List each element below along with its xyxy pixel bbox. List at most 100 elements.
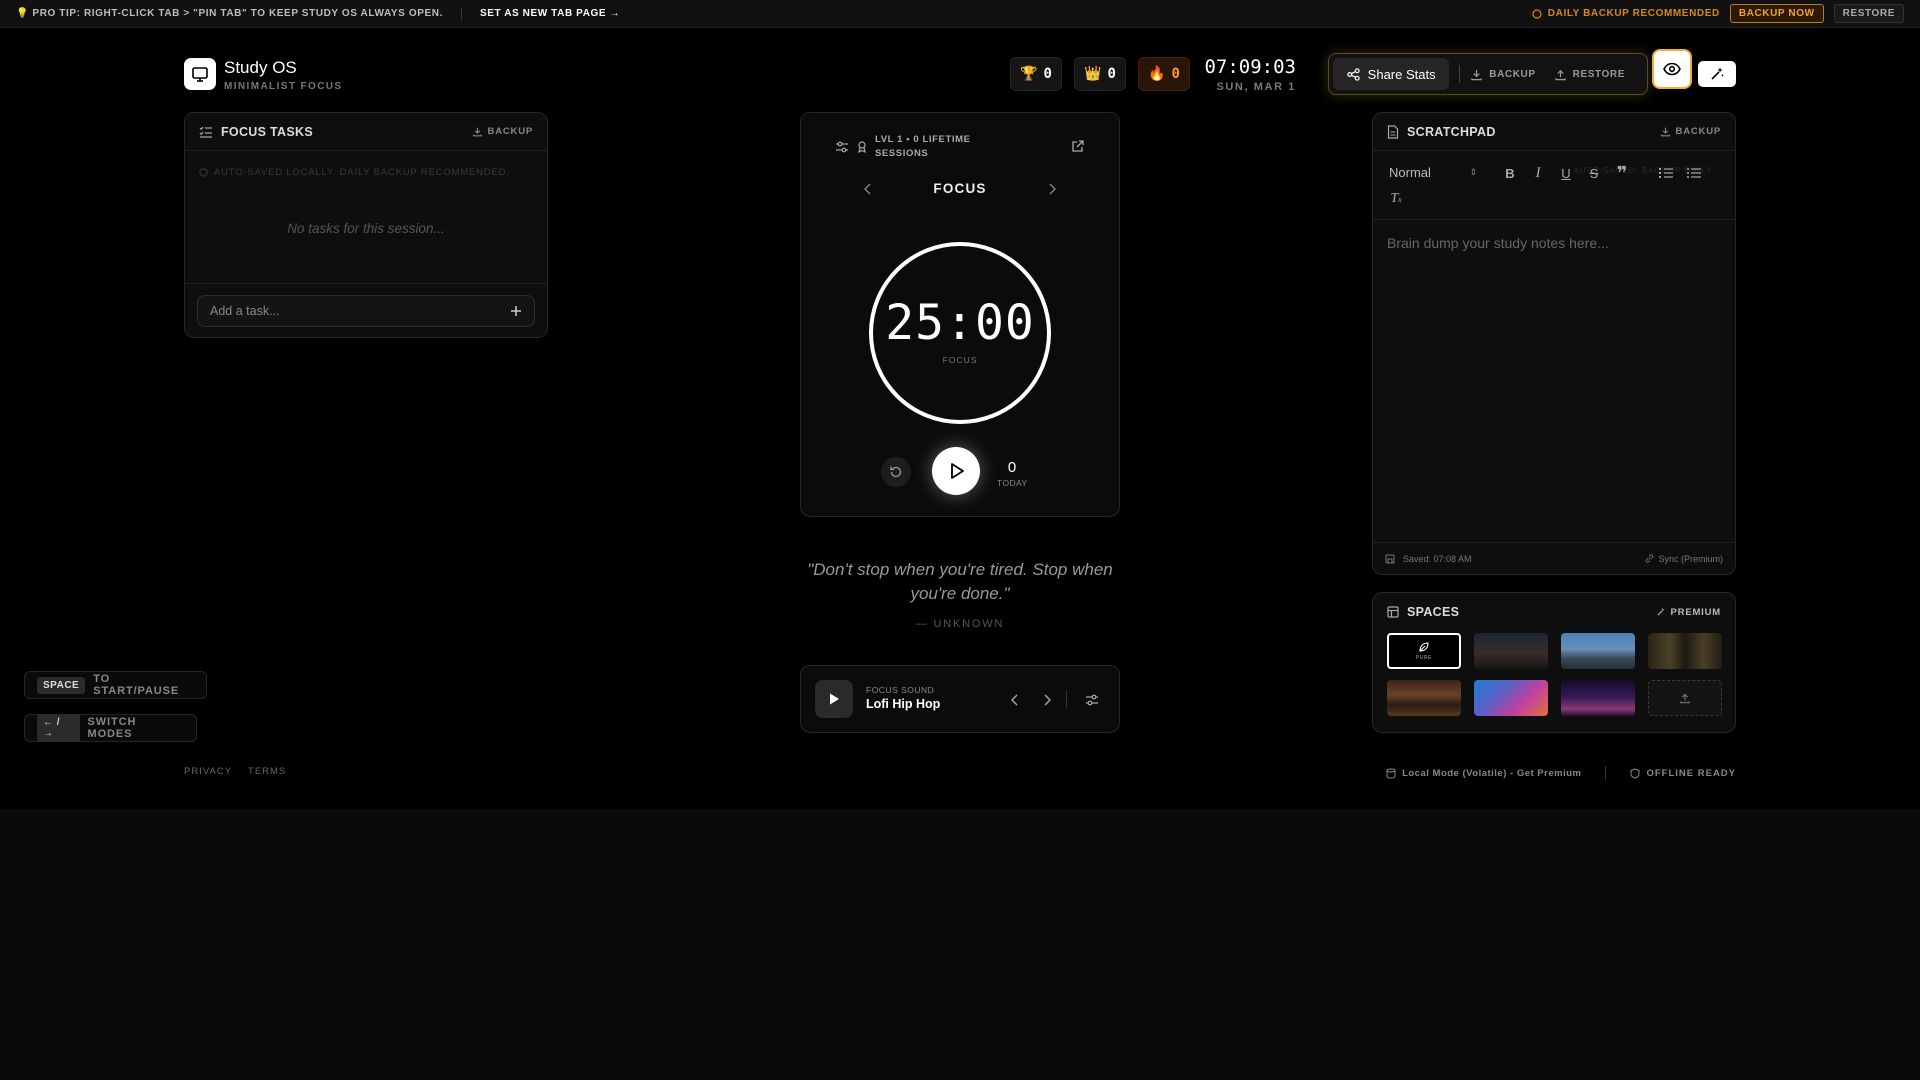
alert-circle-icon (1532, 8, 1542, 19)
backup-now-button[interactable]: BACKUP NOW (1729, 4, 1824, 23)
database-icon (1386, 768, 1396, 779)
plus-icon[interactable] (510, 305, 522, 317)
brand-subtitle: MINIMALIST FOCUS (224, 81, 343, 92)
play-icon (830, 693, 839, 705)
timer-top-row: LVL 1 • 0 LIFETIME SESSIONS (835, 133, 985, 161)
tasks-backup-label: BACKUP (487, 126, 533, 137)
trophy-stat[interactable]: 🏆 0 (1010, 57, 1062, 91)
backup-warning-text: DAILY BACKUP RECOMMENDED (1547, 8, 1720, 19)
reset-button[interactable] (881, 457, 911, 487)
upload-icon (1680, 693, 1690, 704)
offline-text: OFFLINE READY (1646, 767, 1736, 779)
rotate-ccw-icon (890, 466, 902, 478)
bold-icon[interactable]: B (1501, 164, 1519, 182)
shield-icon (1630, 767, 1640, 779)
local-mode-link[interactable]: Local Mode (Volatile) - Get Premium (1386, 768, 1581, 779)
banner-divider (460, 6, 462, 21)
space-city[interactable] (1561, 633, 1635, 669)
sliders-icon[interactable] (1085, 693, 1099, 707)
space-hint: SPACE TO START/PAUSE (24, 671, 207, 699)
player-divider (1066, 690, 1067, 708)
restore-top-button[interactable]: RESTORE (1833, 4, 1904, 23)
download-icon (1471, 69, 1482, 80)
format-select-value: Normal (1389, 164, 1431, 180)
info-icon (199, 168, 208, 177)
space-pure[interactable]: PURE (1387, 633, 1461, 669)
bullet-list-icon[interactable] (1685, 164, 1703, 182)
space-forest[interactable] (1648, 633, 1722, 669)
crown-stat[interactable]: 👑 0 (1074, 57, 1126, 91)
magic-button[interactable] (1698, 61, 1736, 87)
share-icon (1346, 67, 1360, 81)
footer-divider (1605, 766, 1607, 780)
play-button[interactable] (932, 447, 980, 495)
chevron-right-icon[interactable] (1047, 183, 1057, 195)
zen-mode-button[interactable] (1652, 49, 1692, 89)
saved-time: Saved: 07:08 AM (1403, 553, 1472, 564)
clear-format-icon[interactable]: Tx (1387, 190, 1405, 208)
underline-icon[interactable]: U (1557, 164, 1575, 182)
select-arrows-icon: ⇕ (1469, 166, 1477, 177)
spaces-panel: SPACES PREMIUM PURE (1372, 592, 1736, 733)
pro-tip-text: 💡 PRO TIP: RIGHT-CLICK TAB > "PIN TAB" T… (16, 8, 443, 19)
chevron-left-icon[interactable] (863, 183, 873, 195)
sparkles-icon (1711, 67, 1724, 80)
trophy-icon: 🏆 (1020, 66, 1038, 82)
add-task-input[interactable] (210, 304, 510, 318)
chevron-right-icon[interactable] (1043, 694, 1051, 706)
toolbar-divider (1373, 219, 1735, 220)
share-stats-button[interactable]: Share Stats (1333, 58, 1450, 90)
space-mountains[interactable] (1474, 633, 1548, 669)
sound-play-button[interactable] (815, 680, 853, 718)
streak-stat[interactable]: 🔥 0 (1138, 57, 1190, 91)
quote-author: — UNKNOWN (915, 618, 1005, 630)
settings-sliders-icon[interactable] (835, 140, 849, 154)
spaces-premium-link[interactable]: PREMIUM (1656, 607, 1721, 618)
actions-divider (1459, 65, 1461, 83)
local-mode-text: Local Mode (Volatile) - Get Premium (1402, 767, 1582, 779)
file-text-icon (1387, 124, 1399, 139)
trophy-count: 0 (1043, 66, 1052, 82)
scratchpad-backup-button[interactable]: BACKUP (1660, 126, 1721, 137)
header-backup-button[interactable]: BACKUP (1470, 68, 1535, 81)
external-link-icon[interactable] (1071, 139, 1085, 153)
mode-switcher: FOCUS (801, 181, 1119, 196)
scratchpad-header: SCRATCHPAD BACKUP (1373, 113, 1735, 151)
scratchpad-panel: SCRATCHPAD BACKUP AUTO-SAVED. BACKUP DAI… (1372, 112, 1736, 575)
space-night-sky[interactable] (1561, 680, 1635, 716)
spaces-title: SPACES (1407, 605, 1460, 619)
upload-icon (1554, 69, 1566, 80)
sync-label: Sync (Premium) (1658, 553, 1723, 564)
space-upload[interactable] (1648, 680, 1722, 716)
footer-status: Local Mode (Volatile) - Get Premium OFFL… (1386, 766, 1736, 780)
blockquote-icon[interactable]: ❞ (1613, 163, 1631, 183)
format-select[interactable]: Normal ⇕ (1387, 161, 1477, 183)
tasks-backup-button[interactable]: BACKUP (472, 126, 533, 137)
set-new-tab-link[interactable]: SET AS NEW TAB PAGE → (480, 8, 620, 19)
terms-link[interactable]: TERMS (248, 766, 286, 777)
timer-panel: LVL 1 • 0 LIFETIME SESSIONS FOCUS 25:00 … (800, 112, 1120, 517)
scratchpad-editor[interactable]: Brain dump your study notes here... (1387, 235, 1721, 251)
scratchpad-footer: Saved: 07:08 AM Sync (Premium) (1373, 542, 1735, 574)
strikethrough-icon[interactable]: S (1585, 164, 1603, 182)
app-logo[interactable] (184, 58, 216, 90)
chevron-left-icon[interactable] (1011, 694, 1019, 706)
space-gradient[interactable] (1474, 680, 1548, 716)
timer-display: 25:00 (885, 295, 1035, 351)
arrows-hint-text: SWITCH MODES (87, 716, 137, 740)
italic-icon[interactable]: I (1529, 164, 1547, 182)
tasks-header: FOCUS TASKS BACKUP (185, 113, 547, 151)
sparkles-icon (1657, 607, 1664, 616)
sync-premium-link[interactable]: Sync (Premium) (1645, 554, 1723, 564)
privacy-link[interactable]: PRIVACY (184, 766, 232, 777)
crown-icon: 👑 (1084, 66, 1102, 82)
space-hint-text: TO START/PAUSE (93, 673, 180, 697)
ordered-list-icon[interactable] (1657, 164, 1675, 182)
offline-status: OFFLINE READY (1630, 768, 1736, 779)
award-icon (858, 141, 866, 153)
header-restore-button[interactable]: RESTORE (1554, 68, 1625, 81)
editor-toolbar: Normal ⇕ B I U S ❞ Tx (1387, 161, 1721, 211)
spaces-premium-label: PREMIUM (1670, 606, 1721, 618)
timer-mode-label: FOCUS (933, 181, 987, 196)
space-library[interactable] (1387, 680, 1461, 716)
